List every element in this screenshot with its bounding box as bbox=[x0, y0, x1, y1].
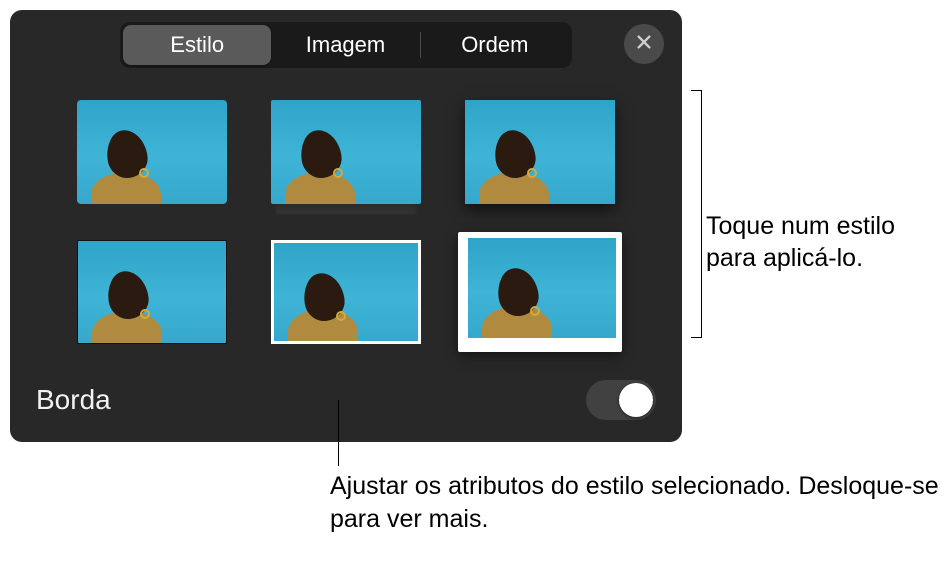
format-tabbar: Estilo Imagem Ordem bbox=[120, 22, 572, 68]
style-thumb-5[interactable] bbox=[264, 232, 428, 352]
style-thumb-1[interactable] bbox=[70, 92, 234, 212]
callout-text-right: Toque num estilo para aplicá-lo. bbox=[706, 210, 947, 274]
style-preview-image bbox=[465, 100, 615, 204]
style-preview-image bbox=[77, 100, 227, 204]
style-preview-image bbox=[271, 240, 421, 344]
border-toggle[interactable] bbox=[586, 380, 656, 420]
callout-bracket-right bbox=[690, 90, 702, 338]
style-thumb-6[interactable] bbox=[458, 232, 622, 352]
style-thumb-2[interactable] bbox=[264, 92, 428, 212]
tab-style[interactable]: Estilo bbox=[123, 25, 271, 65]
callout-text-bottom: Ajustar os atributos do estilo seleciona… bbox=[330, 470, 947, 535]
tab-image[interactable]: Imagem bbox=[271, 25, 419, 65]
format-style-panel: Estilo Imagem Ordem bbox=[10, 10, 682, 442]
close-button[interactable] bbox=[624, 24, 664, 64]
toggle-knob bbox=[619, 383, 653, 417]
border-row: Borda bbox=[36, 380, 656, 420]
style-thumb-3[interactable] bbox=[458, 92, 622, 212]
tab-image-label: Imagem bbox=[306, 32, 385, 58]
border-label: Borda bbox=[36, 384, 111, 416]
style-thumbnail-grid bbox=[60, 92, 632, 352]
style-thumb-4[interactable] bbox=[70, 232, 234, 352]
style-preview-image bbox=[77, 240, 227, 344]
tab-order[interactable]: Ordem bbox=[421, 25, 569, 65]
style-preview-image bbox=[468, 238, 616, 338]
callout-leader-bottom bbox=[338, 400, 339, 466]
style-preview-image bbox=[271, 100, 421, 204]
close-icon bbox=[635, 33, 653, 56]
tab-order-label: Ordem bbox=[461, 32, 528, 58]
tab-style-label: Estilo bbox=[170, 32, 224, 58]
